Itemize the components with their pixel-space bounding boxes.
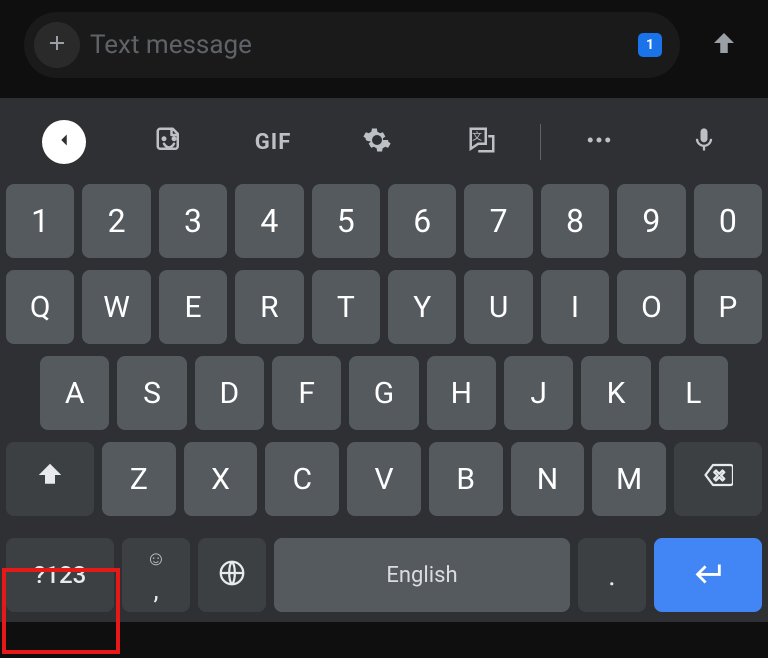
send-button[interactable] <box>704 25 744 65</box>
arrow-up-icon <box>709 28 739 62</box>
emoji-key[interactable]: ☺ , <box>122 538 190 612</box>
plus-icon <box>45 31 69 59</box>
key-9[interactable]: 9 <box>617 184 685 258</box>
backspace-icon <box>703 460 733 498</box>
globe-icon <box>217 558 247 592</box>
enter-key[interactable] <box>654 538 762 612</box>
sim-badge[interactable]: 1 <box>638 33 662 57</box>
key-4[interactable]: 4 <box>235 184 303 258</box>
key-b[interactable]: B <box>429 442 503 516</box>
language-key[interactable] <box>198 538 266 612</box>
shift-key[interactable] <box>6 442 94 516</box>
comma-label: , <box>153 576 158 606</box>
symbols-key[interactable]: ?123 <box>6 538 114 612</box>
key-v[interactable]: V <box>347 442 421 516</box>
compose-bar: Text message 1 <box>0 0 768 98</box>
key-h[interactable]: H <box>427 356 496 430</box>
gif-button[interactable]: GIF <box>221 106 325 178</box>
key-g[interactable]: G <box>349 356 418 430</box>
enter-icon <box>691 556 725 594</box>
key-y[interactable]: Y <box>388 270 456 344</box>
key-x[interactable]: X <box>184 442 258 516</box>
key-o[interactable]: O <box>617 270 685 344</box>
svg-text:文: 文 <box>472 130 482 143</box>
keyboard-keys: 1 2 3 4 5 6 7 8 9 0 Q W E R T Y U I O P … <box>0 178 768 538</box>
key-z[interactable]: Z <box>102 442 176 516</box>
key-u[interactable]: U <box>464 270 532 344</box>
key-f[interactable]: F <box>272 356 341 430</box>
message-input-pill[interactable]: Text message 1 <box>24 12 680 78</box>
top-letter-row: Q W E R T Y U I O P <box>6 270 762 344</box>
key-0[interactable]: 0 <box>694 184 762 258</box>
period-key[interactable]: . <box>578 538 646 612</box>
key-a[interactable]: A <box>40 356 109 430</box>
spacebar-row: ?123 ☺ , English . <box>0 538 768 622</box>
key-6[interactable]: 6 <box>388 184 456 258</box>
spacebar[interactable]: English <box>274 538 570 612</box>
translate-icon: 文 <box>467 125 497 159</box>
key-l[interactable]: L <box>659 356 728 430</box>
keyboard-back-button[interactable] <box>12 106 116 178</box>
home-letter-row: A S D F G H J K L <box>6 356 762 430</box>
key-8[interactable]: 8 <box>541 184 609 258</box>
backspace-key[interactable] <box>674 442 762 516</box>
key-p[interactable]: P <box>694 270 762 344</box>
key-j[interactable]: J <box>504 356 573 430</box>
voice-button[interactable] <box>652 106 756 178</box>
key-d[interactable]: D <box>195 356 264 430</box>
key-w[interactable]: W <box>82 270 150 344</box>
key-t[interactable]: T <box>312 270 380 344</box>
key-m[interactable]: M <box>592 442 666 516</box>
shift-icon <box>35 460 65 498</box>
key-1[interactable]: 1 <box>6 184 74 258</box>
settings-button[interactable] <box>325 106 429 178</box>
sticker-button[interactable] <box>116 106 220 178</box>
gif-label: GIF <box>255 130 292 155</box>
keyboard-function-row: GIF 文 <box>0 106 768 178</box>
key-5[interactable]: 5 <box>312 184 380 258</box>
bottom-letter-row: Z X C V B N M <box>6 442 762 516</box>
key-n[interactable]: N <box>511 442 585 516</box>
key-i[interactable]: I <box>541 270 609 344</box>
key-c[interactable]: C <box>265 442 339 516</box>
sticker-icon <box>154 125 184 159</box>
mic-icon <box>690 126 718 158</box>
chevron-left-icon <box>53 129 75 155</box>
key-s[interactable]: S <box>117 356 186 430</box>
key-2[interactable]: 2 <box>82 184 150 258</box>
key-7[interactable]: 7 <box>464 184 532 258</box>
separator <box>540 124 541 160</box>
attach-button[interactable] <box>34 22 80 68</box>
more-button[interactable] <box>547 106 651 178</box>
translate-button[interactable]: 文 <box>430 106 534 178</box>
number-row: 1 2 3 4 5 6 7 8 9 0 <box>6 184 762 258</box>
keyboard: GIF 文 1 2 3 4 5 <box>0 98 768 622</box>
message-placeholder: Text message <box>90 30 628 60</box>
key-e[interactable]: E <box>159 270 227 344</box>
emoji-icon: ☺ <box>146 548 166 568</box>
more-icon <box>584 125 614 159</box>
gear-icon <box>362 125 392 159</box>
key-k[interactable]: K <box>581 356 650 430</box>
key-q[interactable]: Q <box>6 270 74 344</box>
key-3[interactable]: 3 <box>159 184 227 258</box>
key-r[interactable]: R <box>235 270 303 344</box>
